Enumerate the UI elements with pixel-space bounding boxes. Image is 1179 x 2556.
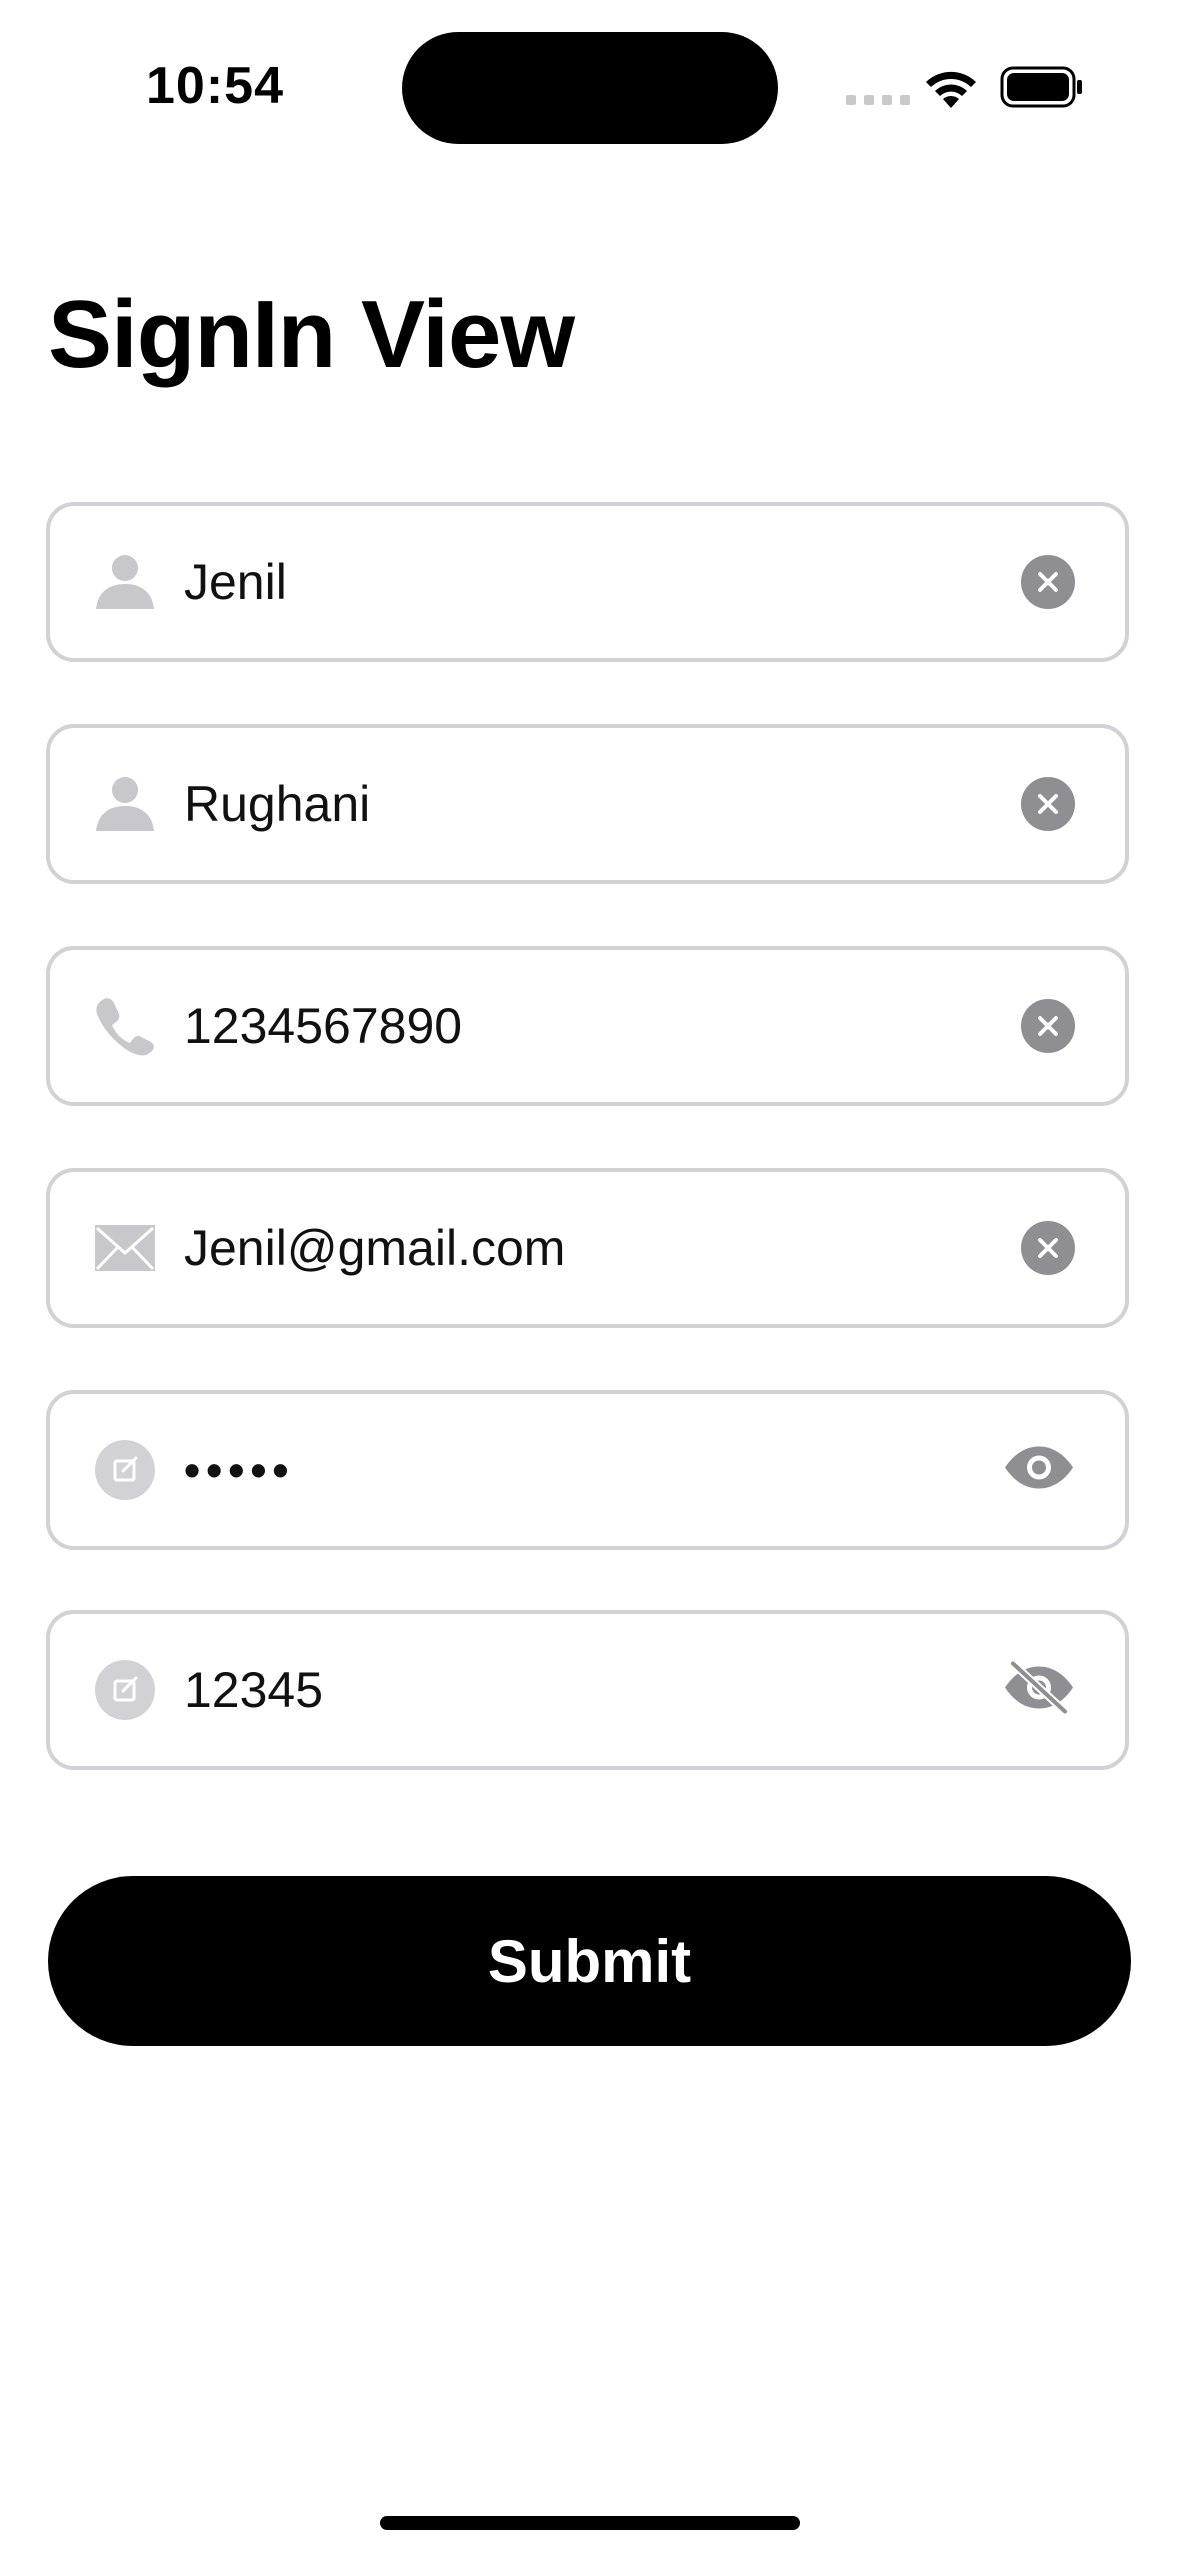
wifi-icon (926, 71, 976, 108)
clear-email-button[interactable] (1021, 1221, 1075, 1275)
clear-icon (1021, 555, 1075, 609)
status-bar: 10:54 (0, 0, 1179, 180)
person-icon (94, 773, 156, 835)
edit-icon (94, 1659, 156, 1721)
submit-button[interactable]: Submit (48, 1876, 1131, 2046)
email-value[interactable]: Jenil@gmail.com (184, 1219, 565, 1277)
confirm-password-field[interactable]: 12345 (46, 1610, 1129, 1770)
cellular-signal-icon (846, 95, 910, 105)
last-name-value[interactable]: Rughani (184, 775, 370, 833)
edit-icon (94, 1439, 156, 1501)
home-indicator[interactable] (380, 2516, 800, 2530)
first-name-value[interactable]: Jenil (184, 553, 287, 611)
confirm-password-value[interactable]: 12345 (184, 1661, 323, 1719)
phone-field[interactable]: 1234567890 (46, 946, 1129, 1106)
hide-password-button[interactable] (1003, 1660, 1075, 1721)
show-password-button[interactable] (1003, 1445, 1075, 1496)
page-title: SignIn View (48, 281, 575, 388)
clear-icon (1021, 999, 1075, 1053)
email-field[interactable]: Jenil@gmail.com (46, 1168, 1129, 1328)
battery-icon (1000, 66, 1082, 108)
eye-slash-icon (1003, 1660, 1075, 1721)
clear-last-name-button[interactable] (1021, 777, 1075, 831)
clear-icon (1021, 1221, 1075, 1275)
password-field[interactable]: ••••• (46, 1390, 1129, 1550)
phone-icon (94, 995, 156, 1057)
clear-first-name-button[interactable] (1021, 555, 1075, 609)
person-icon (94, 551, 156, 613)
envelope-icon (94, 1217, 156, 1279)
clear-icon (1021, 777, 1075, 831)
first-name-field[interactable]: Jenil (46, 502, 1129, 662)
phone-value[interactable]: 1234567890 (184, 997, 462, 1055)
last-name-field[interactable]: Rughani (46, 724, 1129, 884)
clear-phone-button[interactable] (1021, 999, 1075, 1053)
password-value[interactable]: ••••• (184, 1443, 295, 1497)
status-time: 10:54 (146, 57, 284, 115)
dynamic-island (402, 32, 778, 144)
eye-icon (1003, 1445, 1075, 1496)
